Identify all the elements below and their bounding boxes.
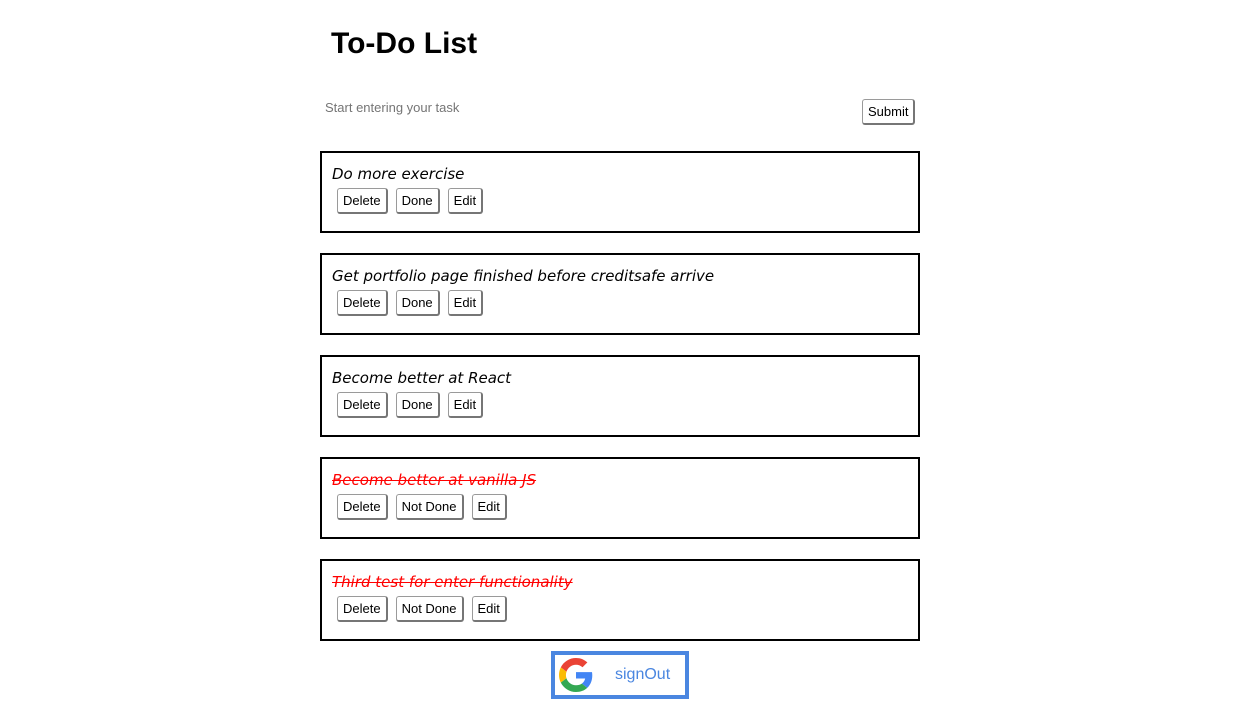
delete-button[interactable]: Delete [337,392,388,418]
todo-actions: Delete Done Edit [332,290,908,316]
todo-item: Get portfolio page finished before credi… [320,253,920,335]
todo-item: Become better at vanilla JS Delete Not Do… [320,457,920,539]
toggle-done-button[interactable]: Not Done [395,596,464,622]
todo-text: Third test for enter functionality [332,573,573,591]
toggle-done-button[interactable]: Done [395,188,440,214]
toggle-done-button[interactable]: Not Done [395,494,464,520]
delete-button[interactable]: Delete [337,596,388,622]
todo-actions: Delete Done Edit [332,392,908,418]
google-signout-button[interactable]: signOut [551,651,689,699]
toggle-done-button[interactable]: Done [395,290,440,316]
edit-button[interactable]: Edit [447,392,484,418]
todo-item: Do more exercise Delete Done Edit [320,151,920,233]
edit-button[interactable]: Edit [471,494,507,520]
google-icon [559,658,593,692]
todo-item: Become better at React Delete Done Edit [320,355,920,437]
task-input[interactable] [323,96,847,118]
delete-button[interactable]: Delete [337,290,388,316]
signout-label: signOut [615,666,671,683]
todo-list: Do more exercise Delete Done Edit Get port… [320,151,920,661]
edit-button[interactable]: Edit [447,188,484,214]
todo-text: Become better at React [332,369,512,387]
todo-actions: Delete Not Done Edit [332,596,908,622]
todo-text: Become better at vanilla JS [332,471,537,489]
todo-actions: Delete Not Done Edit [332,494,908,520]
todo-text: Do more exercise [332,165,465,183]
todo-text: Get portfolio page finished before credi… [332,267,715,285]
toggle-done-button[interactable]: Done [395,392,440,418]
page-title: To-Do List [331,27,478,60]
edit-button[interactable]: Edit [471,596,507,622]
submit-button[interactable]: Submit [862,99,916,125]
edit-button[interactable]: Edit [447,290,484,316]
delete-button[interactable]: Delete [337,188,388,214]
todo-item: Third test for enter functionality Delet… [320,559,920,641]
todo-actions: Delete Done Edit [332,188,908,214]
delete-button[interactable]: Delete [337,494,388,520]
